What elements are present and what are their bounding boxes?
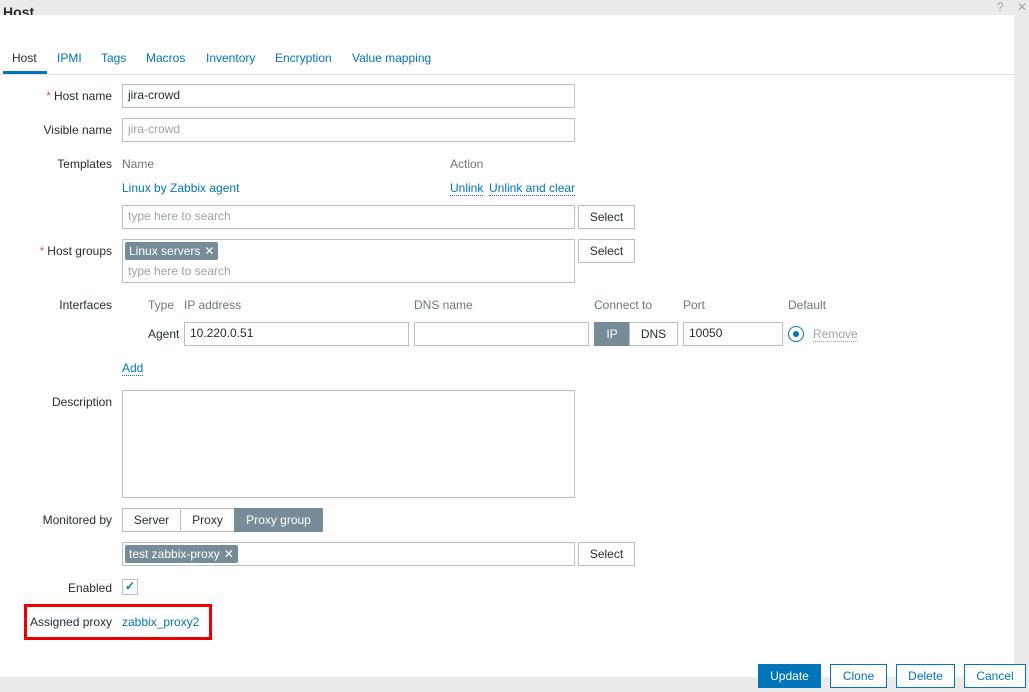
description-textarea[interactable] (122, 390, 575, 498)
templates-col-name: Name (122, 157, 155, 171)
interface-remove-link[interactable]: Remove (813, 327, 858, 342)
interfaces-label: Interfaces (59, 298, 112, 312)
connect-dns-toggle[interactable]: DNS (629, 322, 678, 346)
visible-name-label: Visible name (43, 123, 112, 137)
interfaces-col-type: Type (148, 298, 175, 312)
check-icon: ✓ (125, 579, 136, 593)
chip-remove-icon[interactable]: ✕ (204, 244, 214, 258)
interface-ip-input[interactable]: 10.220.0.51 (184, 322, 409, 346)
chip-remove-icon[interactable]: ✕ (224, 547, 234, 561)
proxy-group-chip: test zabbix-proxy ✕ (125, 545, 238, 563)
tab-value-mapping[interactable]: Value mapping (352, 51, 431, 65)
monitored-by-label: Monitored by (42, 513, 112, 527)
interfaces-col-dns: DNS name (414, 298, 473, 312)
default-radio[interactable] (788, 326, 804, 342)
host-groups-label: * Host groups (39, 244, 112, 258)
host-name-input[interactable]: jira-crowd (122, 84, 575, 108)
connect-ip-toggle[interactable]: IP (594, 322, 630, 346)
host-name-label: * Host name (46, 89, 112, 103)
template-link[interactable]: Linux by Zabbix agent (122, 181, 239, 195)
highlight-box (24, 604, 212, 640)
interfaces-col-ip: IP address (184, 298, 242, 312)
close-icon[interactable]: ✕ (1017, 0, 1027, 14)
cancel-button[interactable]: Cancel (964, 664, 1026, 688)
unlink-clear-link[interactable]: Unlink and clear (489, 181, 576, 196)
visible-name-input[interactable]: jira-crowd (122, 118, 575, 142)
unlink-link[interactable]: Unlink (450, 181, 484, 196)
active-tab-indicator (3, 71, 47, 74)
host-group-chip: Linux servers ✕ (125, 242, 219, 260)
tab-ipmi[interactable]: IPMI (57, 51, 82, 65)
monitored-by-server[interactable]: Server (122, 508, 181, 532)
templates-label: Templates (57, 157, 112, 171)
enabled-label: Enabled (67, 581, 112, 595)
proxy-group-select-button[interactable]: Select (578, 542, 635, 566)
host-groups-search-placeholder: type here to search (128, 264, 231, 278)
clone-button[interactable]: Clone (830, 664, 887, 688)
monitored-by-proxy[interactable]: Proxy (180, 508, 235, 532)
monitored-by-proxy-group[interactable]: Proxy group (234, 508, 323, 532)
help-icon[interactable]: ? (997, 0, 1004, 14)
tab-macros[interactable]: Macros (146, 51, 185, 65)
description-label: Description (51, 395, 112, 409)
enabled-checkbox[interactable]: ✓ (122, 579, 138, 595)
update-button[interactable]: Update (758, 664, 821, 688)
template-select-button[interactable]: Select (578, 205, 635, 229)
tab-inventory[interactable]: Inventory (206, 51, 255, 65)
interfaces-col-default: Default (788, 298, 827, 312)
interface-port-input[interactable]: 10050 (683, 322, 783, 346)
delete-button[interactable]: Delete (896, 664, 955, 688)
interfaces-col-connect: Connect to (594, 298, 653, 312)
tab-tags[interactable]: Tags (101, 51, 126, 65)
templates-col-action: Action (450, 157, 484, 171)
tab-host[interactable]: Host (12, 51, 37, 65)
tab-bar: Host IPMI Tags Macros Inventory Encrypti… (0, 44, 1014, 75)
titlebar-icons: ? ✕ (987, 0, 1027, 14)
interfaces-col-port: Port (683, 298, 706, 312)
dialog-panel (0, 15, 1014, 677)
interface-type: Agent (148, 327, 180, 341)
interface-dns-input[interactable] (414, 322, 589, 346)
host-groups-select-button[interactable]: Select (578, 239, 635, 263)
dialog-titlebar (0, 0, 1029, 15)
interface-add-link[interactable]: Add (122, 361, 144, 376)
tab-encryption[interactable]: Encryption (275, 51, 332, 65)
template-search-input[interactable]: type here to search (122, 205, 575, 229)
